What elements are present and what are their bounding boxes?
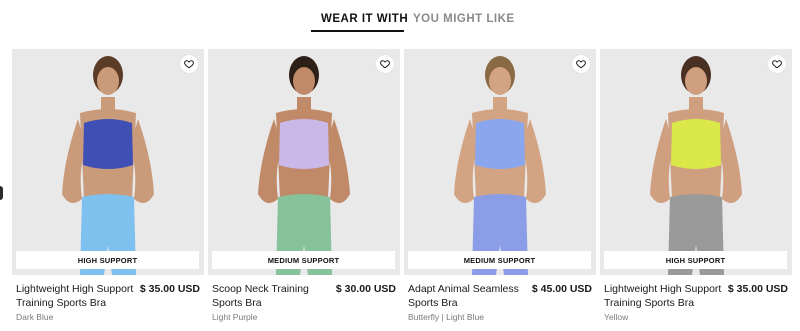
product-price: $ 45.00 USD [531, 283, 592, 295]
model-figure [62, 56, 154, 275]
support-badge: MEDIUM SUPPORT [408, 251, 591, 269]
support-badge: HIGH SUPPORT [604, 251, 787, 269]
product-title[interactable]: Scoop Neck Training Sports Bra [212, 282, 334, 310]
product-price: $ 30.00 USD [335, 283, 396, 295]
product-image[interactable]: HIGH SUPPORT [12, 49, 204, 275]
tab-you-might-like[interactable]: YOU MIGHT LIKE [413, 13, 515, 25]
wishlist-button[interactable] [768, 55, 786, 73]
product-card[interactable]: HIGH SUPPORT Lightweight High Support Tra… [12, 49, 204, 331]
product-card[interactable]: MEDIUM SUPPORT Adapt Animal Seamless Spor… [404, 49, 596, 331]
product-card[interactable]: HIGH SUPPORT Lightweight High Support Tra… [600, 49, 792, 331]
product-image[interactable]: MEDIUM SUPPORT [404, 49, 596, 275]
product-price: $ 35.00 USD [139, 283, 200, 295]
heart-outline-icon [380, 59, 390, 69]
product-title[interactable]: Adapt Animal Seamless Sports Bra [408, 282, 530, 310]
tab-wear-it-with[interactable]: WEAR IT WITH [321, 13, 408, 25]
product-color: Butterfly | Light Blue [408, 312, 484, 322]
wishlist-button[interactable] [572, 55, 590, 73]
heart-outline-icon [184, 59, 194, 69]
product-card[interactable]: MEDIUM SUPPORT Scoop Neck Training Sports… [208, 49, 400, 331]
model-figure [454, 56, 546, 275]
product-image[interactable]: HIGH SUPPORT [600, 49, 792, 275]
heart-outline-icon [772, 59, 782, 69]
heart-outline-icon [576, 59, 586, 69]
active-tab-underline [311, 30, 404, 32]
product-color: Dark Blue [16, 312, 54, 322]
product-color: Light Purple [212, 312, 258, 322]
carousel-prev-handle[interactable] [0, 186, 3, 200]
model-figure [258, 56, 350, 275]
wishlist-button[interactable] [180, 55, 198, 73]
support-badge: HIGH SUPPORT [16, 251, 199, 269]
product-title[interactable]: Lightweight High Support Training Sports… [16, 282, 138, 310]
model-figure [650, 56, 742, 275]
product-title[interactable]: Lightweight High Support Training Sports… [604, 282, 726, 310]
product-color: Yellow [604, 312, 629, 322]
recommendation-tabs: WEAR IT WITH YOU MIGHT LIKE [0, 0, 800, 34]
wishlist-button[interactable] [376, 55, 394, 73]
product-price: $ 35.00 USD [727, 283, 788, 295]
support-badge: MEDIUM SUPPORT [212, 251, 395, 269]
product-image[interactable]: MEDIUM SUPPORT [208, 49, 400, 275]
